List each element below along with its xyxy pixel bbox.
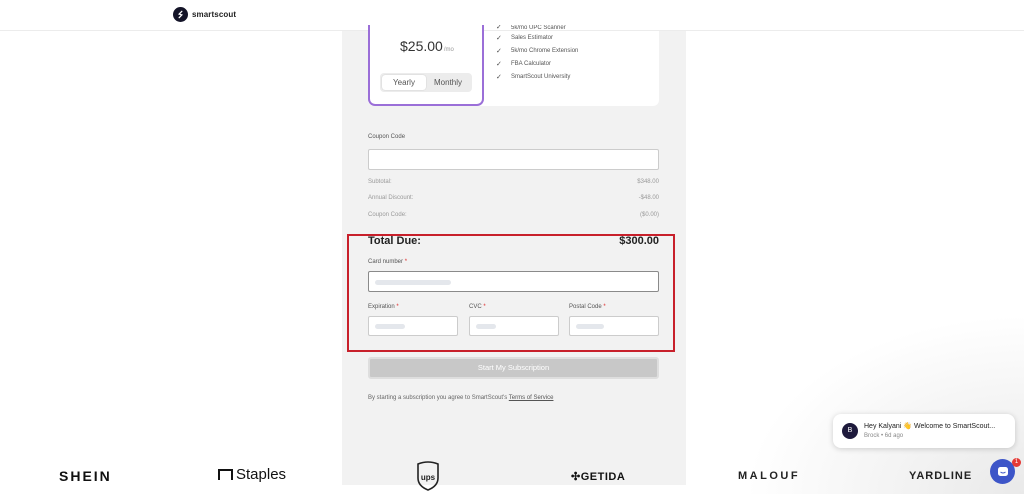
terms-of-service-link[interactable]: Terms of Service (509, 395, 554, 401)
feature-item: ✓ Sales Estimator (496, 31, 578, 44)
shein-logo: SHEIN (59, 468, 112, 484)
feature-item: ✓ SmartScout University (496, 70, 578, 83)
coupon-discount-row: Coupon Code: ($0.00) (368, 212, 659, 218)
getida-logo: ✣GETIDA (571, 470, 625, 483)
billing-option-monthly[interactable]: Monthly (426, 75, 470, 90)
ups-wordmark: ups (421, 473, 436, 482)
checkmark-icon: ✓ (496, 34, 502, 42)
start-subscription-button[interactable]: Start My Subscription (368, 357, 659, 379)
smartscout-logo-icon (173, 7, 188, 22)
summary-label: Coupon Code: (368, 212, 407, 218)
terms-notice: By starting a subscription you agree to … (368, 395, 553, 401)
chat-message-meta: Brock • 6d ago (864, 433, 904, 439)
summary-label: Annual Discount: (368, 195, 414, 201)
checkmark-icon: ✓ (496, 25, 502, 31)
plan-price-unit: /mo (443, 47, 454, 53)
billing-option-yearly[interactable]: Yearly (382, 75, 426, 90)
chat-preview-bubble[interactable]: B Hey Kalyani 👋 Welcome to SmartScout...… (833, 414, 1015, 448)
terms-prefix: By starting a subscription you agree to … (368, 395, 508, 401)
feature-item: ✓ FBA Calculator (496, 57, 578, 70)
summary-value: ($0.00) (639, 212, 659, 218)
subtotal-row: Subtotal: $348.00 (368, 179, 659, 185)
feature-label: Sales Estimator (511, 34, 554, 41)
feature-item: ✓ 5k/mo Chrome Extension (496, 44, 578, 57)
billing-cycle-toggle[interactable]: Yearly Monthly (380, 73, 472, 92)
payment-section-highlight (347, 234, 675, 352)
staples-mark-icon (218, 469, 233, 480)
summary-label: Subtotal: (368, 179, 392, 185)
smartscout-logo[interactable]: smartscout (173, 7, 236, 22)
background-gradient (744, 314, 1024, 494)
checkmark-icon: ✓ (496, 73, 502, 81)
summary-value: -$48.00 (638, 195, 659, 201)
chat-agent-avatar: B (842, 423, 858, 439)
coupon-code-label: Coupon Code (368, 134, 406, 140)
checkmark-icon: ✓ (496, 47, 502, 55)
getida-mark-icon: ✣ (571, 471, 581, 483)
checkmark-icon: ✓ (496, 60, 502, 68)
summary-value: $348.00 (637, 179, 659, 185)
annual-discount-row: Annual Discount: -$48.00 (368, 195, 659, 201)
yardline-logo: YARDLINE (909, 470, 973, 482)
feature-label: SmartScout University (511, 73, 571, 80)
plan-features-list: ✓ 5k/mo UPC Scanner ✓ Sales Estimator ✓ 5k/… (496, 25, 578, 83)
chat-message-preview: Hey Kalyani 👋 Welcome to SmartScout... (864, 423, 996, 430)
ups-logo: ups (416, 461, 440, 494)
malouf-logo: MALOUF (738, 470, 801, 482)
unread-count-badge: 1 (1012, 458, 1021, 467)
plan-price: $25.00/mo (400, 38, 454, 54)
feature-label: FBA Calculator (511, 60, 552, 67)
coupon-code-input[interactable] (368, 149, 659, 170)
getida-wordmark: GETIDA (580, 471, 626, 483)
plan-price-amount: $25.00 (400, 38, 443, 54)
staples-wordmark: Staples (236, 466, 287, 483)
feature-label: 5k/mo Chrome Extension (511, 47, 579, 54)
chat-icon (997, 466, 1008, 476)
brand-name: smartscout (192, 10, 237, 19)
staples-logo: Staples (218, 466, 286, 483)
feature-label: 5k/mo UPC Scanner (511, 25, 566, 31)
